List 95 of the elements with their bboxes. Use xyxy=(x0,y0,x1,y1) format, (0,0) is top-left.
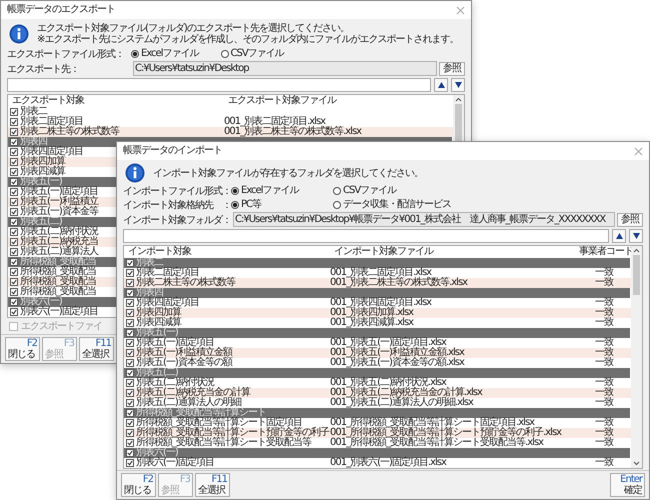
group-label: 所得税額_受取配当 xyxy=(20,257,96,267)
table-cell: 所得税額_受取配当 xyxy=(20,277,96,287)
table-cell: 001_別表五(二)納付状況.xlsx xyxy=(330,378,446,388)
table-cell: 所得税額_受取配当等計算シート受取配当等 xyxy=(136,438,311,448)
table-cell: 別表五(一)利益積立 xyxy=(20,197,98,207)
table-cell: 別表五(二)納税充当金の計算 xyxy=(136,388,250,398)
group-label: 別表五(一) xyxy=(20,177,62,187)
message-text: インポート対象ファイルが存在するフォルダを選択してください。 xyxy=(153,168,423,178)
column-header: エクスポート対象 xyxy=(11,95,86,106)
radio-label: PC等 xyxy=(241,199,262,210)
group-label: 別表五(一) xyxy=(136,328,178,338)
table-cell: 所得税額_受取配当 xyxy=(20,287,96,297)
table-cell: 001_別表四固定項目.xlsx xyxy=(330,298,432,308)
table-cell: 一致 xyxy=(595,268,613,278)
table-cell: 001_所得税額_受取配当等計算シート固定項目.xlsx xyxy=(330,418,534,428)
table-cell: 一致 xyxy=(595,278,613,288)
table-cell: 別表四加算 xyxy=(136,308,181,318)
table-cell: 一致 xyxy=(595,308,613,318)
message-text: エクスポート対象ファイル(フォルダ)のエクスポート先を選択してください。 xyxy=(37,23,350,34)
table-cell: 別表五(二)通算法人 xyxy=(20,247,98,257)
radio-label: Excelファイル xyxy=(141,48,198,59)
table-cell: 別表五(一)資本金等の額 xyxy=(136,358,232,368)
group-label: 所得税額_受取配当等計算シート xyxy=(136,408,266,418)
table-cell: 一致 xyxy=(595,418,613,428)
group-label: 別表六(一) xyxy=(20,297,62,307)
table-cell: 001_別表二固定項目.xlsx xyxy=(330,268,432,278)
checkbox-label: エクスポートファイ xyxy=(21,320,102,333)
field-label: インポート対象フォルダ： xyxy=(123,214,231,226)
table-cell: 001_別表二株主等の株式数等.xlsx xyxy=(224,127,362,137)
column-header: インポート対象 xyxy=(127,246,192,257)
table-cell: 別表四加算 xyxy=(20,157,65,167)
table-cell: 別表五(二)納付状況 xyxy=(20,227,98,237)
group-label: 別表二 xyxy=(20,107,47,117)
group-label: 別表五(二) xyxy=(20,217,62,227)
table-cell: 別表五(一)利益積立金額 xyxy=(136,348,232,358)
field-label: エクスポート先： xyxy=(7,62,80,76)
table-cell: 001_所得税額_受取配当等計算シート預貯金等の利子.xlsx xyxy=(330,428,562,438)
table-cell: 所得税額_受取配当 xyxy=(20,267,96,277)
group-label: 別表五(二) xyxy=(136,368,178,378)
radio-label: データ収集・配信サービス xyxy=(343,199,451,210)
message-text: ※エクスポート先にシステムがフォルダを作成し、そのフォルダ内にファイルがエクスポートされます。 xyxy=(37,34,458,45)
window-title: 帳票データのインポート xyxy=(123,145,222,157)
table-cell: 別表四固定項目 xyxy=(136,298,199,308)
table-cell: 001_所得税額_受取配当等計算シート受取配当等.xlsx xyxy=(330,438,544,448)
table-cell: 001_別表五(二)納税充当金の計算.xlsx xyxy=(330,388,482,398)
table-cell: 一致 xyxy=(595,398,613,408)
field-label: インポートファイル形式： xyxy=(123,184,231,198)
table-cell: 一致 xyxy=(595,318,613,328)
table-cell: 001_別表五(二)通算法人の明細.xlsx xyxy=(330,398,473,408)
table-cell: 所得税額_受取配当等計算シート固定項目 xyxy=(136,418,302,428)
table-cell: 一致 xyxy=(595,298,613,308)
table-cell: 別表二株主等の株式数等 xyxy=(136,278,235,288)
table-cell: 001_別表五(一)利益積立金額.xlsx xyxy=(330,348,464,358)
table-cell: 一致 xyxy=(595,458,613,468)
table-cell: 001_別表二株主等の株式数等.xlsx xyxy=(330,278,468,288)
table-cell: 一致 xyxy=(595,428,613,438)
table-cell: 001_別表四減算.xlsx xyxy=(330,318,414,328)
group-label: 別表四 xyxy=(20,137,47,147)
table-cell: 別表五(一)固定項目 xyxy=(136,338,214,348)
table-cell: 別表五(二)納税充当 xyxy=(20,237,98,247)
table-cell: 001_別表四加算.xlsx xyxy=(330,308,414,318)
table-cell: 別表二固定項目 xyxy=(20,117,83,127)
column-header: インポート対象ファイル xyxy=(333,246,434,258)
column-header: エクスポート対象ファイル xyxy=(227,95,338,107)
table-cell: 別表四固定項目 xyxy=(20,147,83,157)
group-label: 別表六(一) xyxy=(136,448,178,458)
window-title: 帳票データのエクスポート xyxy=(7,4,115,16)
group-label: 別表二 xyxy=(136,258,163,268)
table-cell: 一致 xyxy=(595,338,613,348)
table-cell: 一致 xyxy=(595,358,613,368)
table-cell: 一致 xyxy=(595,378,613,388)
table-cell: 別表六(一)固定項目 xyxy=(136,458,214,468)
field-label: インポート対象格納先 ： xyxy=(123,198,231,212)
table-cell: 001_別表六(一)固定項目.xlsx xyxy=(330,458,446,468)
group-label: 別表四 xyxy=(136,288,163,298)
table-cell: 別表四減算 xyxy=(20,167,65,177)
table-cell: 一致 xyxy=(595,438,613,448)
table-cell: 001_別表二固定項目.xlsx xyxy=(224,117,326,127)
table-cell: 別表五(二)通算法人の明細 xyxy=(136,398,241,408)
table-cell: 別表二株主等の株式数等 xyxy=(20,127,119,137)
table-cell: 別表二固定項目 xyxy=(136,268,199,278)
radio-label: CSVファイル xyxy=(343,185,396,196)
table-cell: 別表五(一)固定項目 xyxy=(20,187,98,197)
table-cell: 別表六(一)固定項目 xyxy=(20,307,98,317)
field-label: エクスポートファイル形式： xyxy=(7,48,125,60)
radio-label: CSVファイル xyxy=(230,48,284,59)
table-cell: 001_別表五(一)資本金等の額.xlsx xyxy=(330,358,464,368)
table-cell: 別表四減算 xyxy=(136,318,181,328)
table-cell: 一致 xyxy=(595,388,613,398)
table-cell: 一致 xyxy=(595,348,613,358)
radio-label: Excelファイル xyxy=(241,185,298,196)
table-cell: 所得税額_受取配当等計算シート預貯金等の利子 xyxy=(136,428,329,438)
table-cell: 別表五(一)資本金等 xyxy=(20,207,98,217)
table-cell: 001_別表五(一)固定項目.xlsx xyxy=(330,338,446,348)
table-cell: 別表五(二)納付状況 xyxy=(136,378,214,388)
